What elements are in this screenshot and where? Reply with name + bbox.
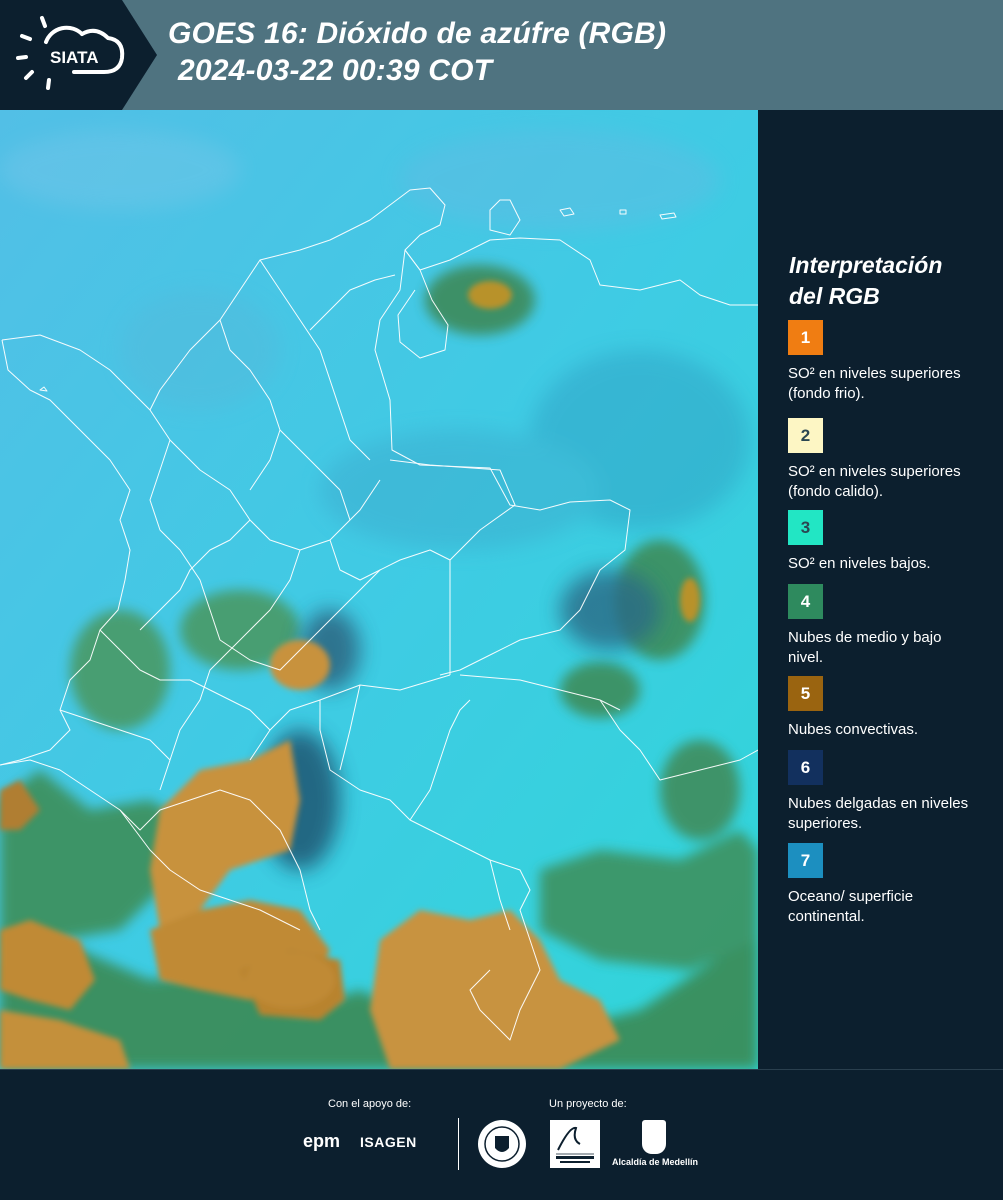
header-bar: SIATA GOES 16: Dióxido de azúfre (RGB) 2… (0, 0, 1003, 110)
legend-item: 2 SO² en niveles superiores (fondo calid… (788, 418, 978, 502)
legend-label: Nubes convectivas. (788, 721, 919, 738)
legend-label: Nubes delgadas en niveles superiores. (788, 795, 969, 832)
alcaldia-logo: Alcaldía de Medellín (612, 1120, 702, 1168)
siata-logo-text: SIATA (50, 48, 98, 67)
epm-logo: epm (303, 1131, 341, 1151)
legend-swatch: 5 (788, 676, 823, 711)
legend-label: SO² en niveles superiores (fondo frio). (788, 365, 961, 402)
legend-swatch: 2 (788, 418, 823, 453)
legend-title: Interpretación del RGB (789, 250, 989, 312)
legend-item: 6 Nubes delgadas en niveles superiores. (788, 750, 978, 834)
image-timestamp: 2024-03-22 00:39 COT (178, 54, 493, 87)
support-caption: Con el apoyo de: (328, 1098, 412, 1110)
legend-label: SO² en niveles bajos. (788, 555, 931, 572)
legend-item: 7 Oceano/ superficie continental. (788, 843, 978, 927)
logo-block: SIATA (0, 0, 157, 110)
area-metropolitana-logo (550, 1120, 600, 1168)
siata-logo: SIATA (16, 16, 125, 90)
legend-swatch: 1 (788, 320, 823, 355)
legend-item: 5 Nubes convectivas. (788, 676, 978, 740)
footer-divider (458, 1118, 459, 1170)
map-image (0, 110, 758, 1069)
satellite-map (0, 110, 758, 1069)
legend-title-line-1: Interpretación (789, 252, 943, 278)
legend-item: 3 SO² en niveles bajos. (788, 510, 978, 574)
legend-swatch: 6 (788, 750, 823, 785)
legend-item: 4 Nubes de medio y bajo nivel. (788, 584, 978, 668)
isagen-logo: ISAGEN (360, 1134, 417, 1150)
page-title: GOES 16: Dióxido de azúfre (RGB) (168, 17, 667, 50)
legend-title-line-2: del RGB (789, 283, 880, 309)
legend-swatch: 7 (788, 843, 823, 878)
legend-label: Nubes de medio y bajo nivel. (788, 629, 942, 666)
legend-swatch: 4 (788, 584, 823, 619)
legend-swatch: 3 (788, 510, 823, 545)
legend-panel: Interpretación del RGB 1 SO² en niveles … (758, 110, 1003, 1069)
legend-item: 1 SO² en niveles superiores (fondo frio)… (788, 320, 978, 404)
medellin-crest-icon (642, 1120, 666, 1154)
footer-bar: Con el apoyo de: Un proyecto de: epm ISA… (0, 1069, 1003, 1200)
legend-label: SO² en niveles superiores (fondo calido)… (788, 463, 961, 500)
project-caption: Un proyecto de: (549, 1098, 627, 1110)
legend-label: Oceano/ superficie continental. (788, 888, 914, 925)
medellin-seal-logo (478, 1120, 526, 1168)
alcaldia-text: Alcaldía de Medellín (612, 1157, 699, 1167)
